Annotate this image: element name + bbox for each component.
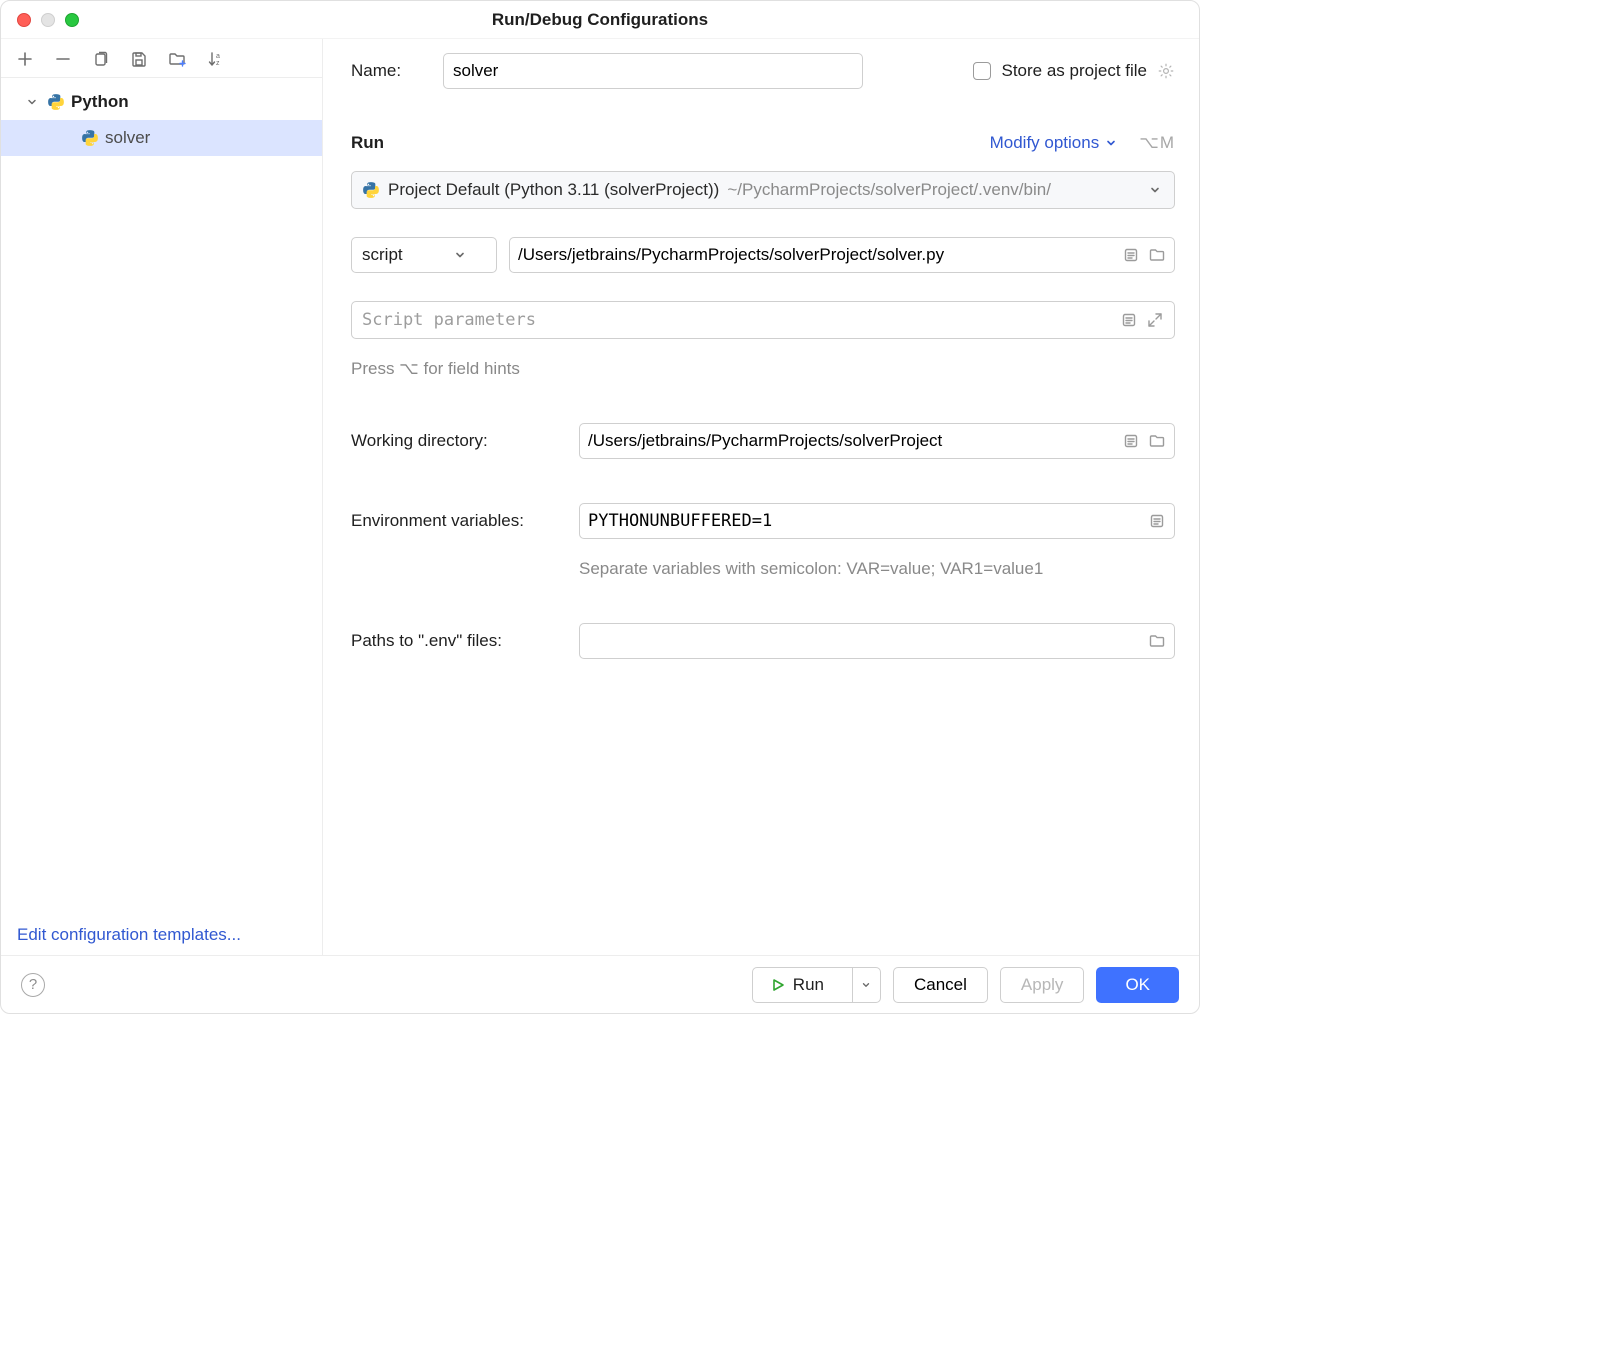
name-row: Name: Store as project file (351, 53, 1175, 89)
tree-node-label: solver (105, 128, 150, 148)
chevron-down-icon (1105, 137, 1117, 149)
svg-text:a: a (216, 53, 220, 60)
env-files-label: Paths to ".env" files: (351, 631, 561, 651)
working-directory-field (579, 423, 1175, 459)
chevron-down-icon (23, 93, 41, 111)
folder-icon[interactable] (1148, 246, 1166, 264)
run-button[interactable]: Run (753, 968, 842, 1002)
add-configuration-icon[interactable] (15, 49, 35, 69)
working-directory-input[interactable] (588, 424, 1114, 458)
folder-icon[interactable] (1148, 632, 1166, 650)
interpreter-label: Project Default (Python 3.11 (solverProj… (388, 180, 719, 200)
env-files-input[interactable] (588, 624, 1140, 658)
script-parameters-field (351, 301, 1175, 339)
history-icon[interactable] (1122, 432, 1140, 450)
copy-configuration-icon[interactable] (91, 49, 111, 69)
python-icon (362, 181, 380, 199)
script-path-field (509, 237, 1175, 273)
folder-icon[interactable] (1148, 432, 1166, 450)
help-icon[interactable]: ? (21, 973, 45, 997)
gear-icon[interactable] (1157, 62, 1175, 80)
cancel-button-label: Cancel (914, 975, 967, 995)
history-icon[interactable] (1120, 311, 1138, 329)
save-configuration-icon[interactable] (129, 49, 149, 69)
env-vars-row: Environment variables: (351, 503, 1175, 539)
env-files-field (579, 623, 1175, 659)
run-button-dropdown[interactable] (852, 968, 880, 1002)
run-section-header: Run Modify options ⌥M (351, 133, 1175, 153)
chevron-down-icon (451, 246, 469, 264)
env-vars-field (579, 503, 1175, 539)
dialog-footer: ? Run Cancel Apply OK (1, 955, 1199, 1013)
sidebar-toolbar: az (1, 39, 322, 78)
working-directory-row: Working directory: (351, 423, 1175, 459)
configurations-tree: Python solver (1, 78, 322, 162)
env-vars-hint: Separate variables with semicolon: VAR=v… (579, 559, 1175, 579)
remove-configuration-icon[interactable] (53, 49, 73, 69)
tree-node-label: Python (71, 92, 129, 112)
ok-button-label: OK (1125, 975, 1150, 995)
run-button-label: Run (793, 975, 824, 995)
env-files-row: Paths to ".env" files: (351, 623, 1175, 659)
interpreter-path: ~/PycharmProjects/solverProject/.venv/bi… (727, 180, 1138, 200)
sidebar: az Python solver (1, 39, 323, 955)
modify-options-shortcut: ⌥M (1139, 133, 1175, 153)
history-icon[interactable] (1148, 512, 1166, 530)
env-vars-input[interactable] (588, 504, 1140, 538)
env-vars-label: Environment variables: (351, 511, 561, 531)
store-as-project-file[interactable]: Store as project file (973, 61, 1175, 81)
expand-icon[interactable] (1146, 311, 1164, 329)
cancel-button[interactable]: Cancel (893, 967, 988, 1003)
chevron-down-icon (1146, 181, 1164, 199)
name-input[interactable] (443, 53, 863, 89)
tree-node-solver[interactable]: solver (1, 120, 322, 156)
ok-button[interactable]: OK (1096, 967, 1179, 1003)
script-path-input[interactable] (518, 238, 1114, 272)
main-form: Name: Store as project file Run Modify o… (323, 39, 1199, 955)
window-title: Run/Debug Configurations (1, 10, 1199, 30)
edit-templates-link[interactable]: Edit configuration templates... (17, 925, 241, 945)
script-mode-value: script (362, 245, 403, 265)
store-checkbox[interactable] (973, 62, 991, 80)
svg-text:z: z (216, 60, 220, 67)
modify-options-link[interactable]: Modify options (990, 133, 1118, 153)
interpreter-dropdown[interactable]: Project Default (Python 3.11 (solverProj… (351, 171, 1175, 209)
name-label: Name: (351, 61, 425, 81)
history-icon[interactable] (1122, 246, 1140, 264)
working-directory-label: Working directory: (351, 431, 561, 451)
folder-configuration-icon[interactable] (167, 49, 187, 69)
chevron-down-icon (861, 980, 871, 990)
python-icon (47, 93, 65, 111)
script-mode-dropdown[interactable]: script (351, 237, 497, 273)
script-row: script (351, 237, 1175, 273)
sort-configurations-icon[interactable]: az (205, 49, 225, 69)
titlebar: Run/Debug Configurations (1, 1, 1199, 39)
script-parameters-input[interactable] (362, 302, 1112, 338)
apply-button[interactable]: Apply (1000, 967, 1085, 1003)
modify-options-text: Modify options (990, 133, 1100, 153)
tree-node-python[interactable]: Python (1, 84, 322, 120)
play-icon (771, 978, 785, 992)
field-hints-text: Press ⌥ for field hints (351, 359, 1175, 379)
python-icon (81, 129, 99, 147)
store-label: Store as project file (1001, 61, 1147, 81)
apply-button-label: Apply (1021, 975, 1064, 995)
run-split-button: Run (752, 967, 881, 1003)
run-section-title: Run (351, 133, 384, 153)
